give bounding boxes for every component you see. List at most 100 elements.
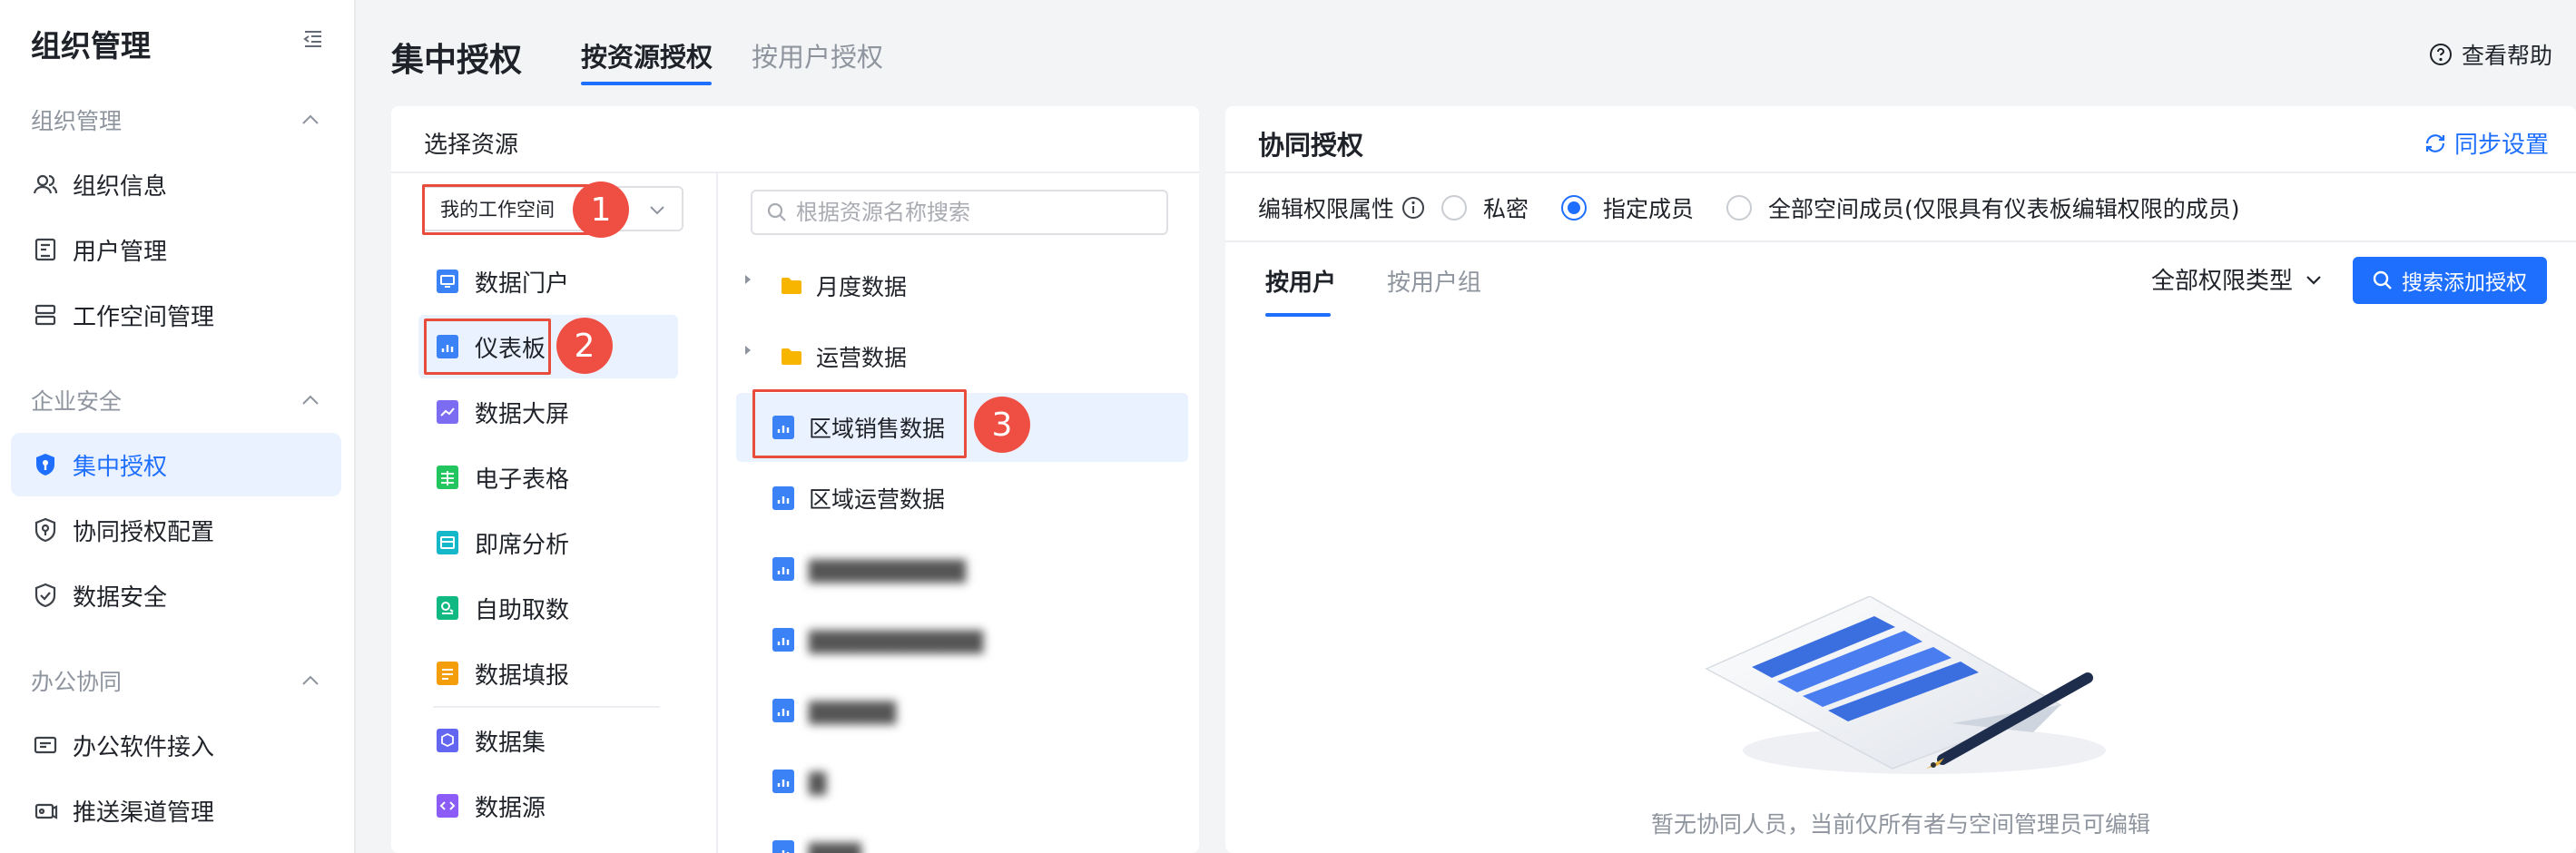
chevron-up-icon (301, 675, 320, 686)
resource-search-input[interactable] (796, 200, 1141, 225)
sidebar-item-collab-auth-config[interactable]: 协同授权配置 (11, 498, 341, 562)
search-add-auth-button[interactable]: 搜索添加授权 (2353, 257, 2547, 304)
tab-by-resource[interactable]: 按资源授权 (581, 36, 713, 74)
dashboard-icon (772, 840, 796, 853)
section-label: 企业安全 (31, 388, 123, 415)
resource-type-portal[interactable]: 数据门户 (418, 250, 678, 313)
chevron-up-icon (301, 395, 320, 406)
dashboard-icon (772, 699, 796, 722)
resource-type-big-screen[interactable]: 数据大屏 (418, 380, 678, 444)
tab-by-user[interactable]: 按用户授权 (752, 36, 883, 74)
annotation-badge-3: 3 (974, 397, 1030, 453)
help-label: 查看帮助 (2462, 43, 2553, 69)
tree-folder-operations[interactable]: 运营数据 (736, 322, 1188, 391)
dashboard-icon (437, 335, 458, 358)
resource-type-dataset[interactable]: 数据集 (418, 709, 678, 772)
resource-type-label: 数据大屏 (475, 400, 570, 428)
resource-search[interactable] (751, 190, 1168, 235)
shield-key-icon (33, 452, 58, 477)
radio-specified-members[interactable]: 指定成员 (1561, 191, 1694, 224)
collab-panel: 协同授权 同步设置 编辑权限属性 私密 指定成员 全部空间成员(仅限具有仪表板编… (1225, 106, 2576, 853)
big-screen-icon (437, 400, 458, 424)
divider (716, 173, 718, 853)
sidebar-section-security[interactable]: 企业安全 (31, 382, 320, 418)
tree-node-label: 月度数据 (816, 274, 908, 300)
collab-panel-title: 协同授权 (1258, 130, 1364, 161)
edit-permission-row: 编辑权限属性 私密 指定成员 全部空间成员(仅限具有仪表板编辑权限的成员) (1258, 190, 2273, 226)
sidebar-section-office[interactable]: 办公协同 (31, 662, 320, 699)
collapse-sidebar-icon[interactable] (303, 29, 323, 49)
sync-settings-button[interactable]: 同步设置 (2424, 126, 2549, 160)
resource-type-adhoc-analysis[interactable]: 即席分析 (418, 511, 678, 574)
dashboard-icon (772, 486, 796, 510)
plug-icon (33, 732, 58, 758)
tree-leaf-redacted[interactable]: ▇▇▇ (736, 818, 1188, 853)
resource-type-data-entry[interactable]: 数据填报 (418, 642, 678, 705)
help-circle-icon (2429, 43, 2453, 66)
tree-leaf-redacted[interactable]: ▇ (736, 747, 1188, 816)
sidebar-item-push-channel[interactable]: 推送渠道管理 (11, 779, 341, 842)
search-add-auth-label: 搜索添加授权 (2402, 271, 2527, 295)
empty-state-illustration (1688, 595, 2115, 784)
tree-node-label: 运营数据 (816, 345, 908, 371)
sidebar-item-office-software[interactable]: 办公软件接入 (11, 713, 341, 777)
sidebar-item-central-auth[interactable]: 集中授权 (11, 433, 341, 496)
tree-leaf-redacted[interactable]: ▇▇▇▇▇▇▇▇▇▇ (736, 605, 1188, 674)
chevron-down-icon (647, 200, 667, 220)
sidebar-section-org[interactable]: 组织管理 (31, 102, 320, 138)
radio-label: 全部空间成员(仅限具有仪表板编辑权限的成员) (1768, 196, 2240, 222)
radio-circle (1561, 195, 1588, 221)
datasource-icon (437, 794, 458, 818)
folder-icon (780, 345, 803, 368)
edit-permission-label: 编辑权限属性 (1258, 196, 1395, 222)
info-icon[interactable] (1401, 196, 1425, 220)
sidebar-item-label: 集中授权 (73, 453, 168, 481)
divider (1225, 172, 2576, 173)
tree-folder-monthly[interactable]: 月度数据 (736, 251, 1188, 320)
permission-type-label: 全部权限类型 (2151, 268, 2294, 295)
tree-leaf-redacted[interactable]: ▇▇▇▇▇▇▇▇▇ (736, 534, 1188, 603)
redacted-label: ▇▇▇▇▇▇▇▇▇ (809, 555, 967, 583)
dataset-icon (437, 729, 458, 752)
radio-private[interactable]: 私密 (1441, 191, 1529, 224)
chevron-down-icon (2304, 270, 2324, 289)
radio-all-members[interactable]: 全部空间成员(仅限具有仪表板编辑权限的成员) (1726, 191, 2240, 224)
sidebar-item-data-security[interactable]: 数据安全 (11, 564, 341, 627)
resource-type-spreadsheet[interactable]: 电子表格 (418, 446, 678, 509)
permission-type-filter[interactable]: 全部权限类型 (2151, 262, 2324, 296)
sync-settings-label: 同步设置 (2454, 132, 2550, 159)
redacted-label: ▇ (809, 768, 827, 795)
divider (1225, 240, 2576, 242)
shield-config-icon (33, 517, 58, 543)
sidebar-item-label: 协同授权配置 (73, 518, 215, 546)
sidebar-item-label: 办公软件接入 (73, 733, 215, 761)
resource-type-datasource[interactable]: 数据源 (418, 774, 678, 838)
sidebar-item-label: 用户管理 (73, 238, 168, 266)
help-link[interactable]: 查看帮助 (2429, 38, 2552, 71)
tree-node-label: 区域运营数据 (809, 486, 946, 513)
tab-by-user-sub[interactable]: 按用户 (1265, 264, 1336, 298)
resource-type-dashboard[interactable]: 仪表板 (418, 315, 678, 378)
sidebar-item-user-management[interactable]: 用户管理 (11, 218, 341, 281)
tree-leaf-redacted[interactable]: ▇▇▇▇▇ (736, 676, 1188, 745)
radio-label: 指定成员 (1603, 196, 1695, 222)
resource-type-label: 自助取数 (475, 596, 570, 624)
active-tab-indicator (581, 82, 712, 85)
section-label: 办公协同 (31, 669, 123, 695)
workspace-select-value: 我的工作空间 (440, 199, 555, 221)
section-label: 组织管理 (31, 108, 123, 134)
tree-leaf-regional-sales[interactable]: 区域销售数据 (736, 393, 1188, 462)
sidebar-item-org-info[interactable]: 组织信息 (11, 152, 341, 216)
sidebar-item-workspace-management[interactable]: 工作空间管理 (11, 283, 341, 347)
data-entry-icon (437, 662, 458, 685)
portal-icon (437, 270, 458, 293)
resource-type-label: 电子表格 (475, 466, 570, 494)
tree-leaf-regional-operations[interactable]: 区域运营数据 (736, 464, 1188, 533)
tab-by-user-group[interactable]: 按用户组 (1387, 264, 1481, 298)
radio-label: 私密 (1483, 196, 1529, 222)
workspace-select[interactable]: 我的工作空间 (422, 186, 683, 231)
resource-type-self-service[interactable]: 自助取数 (418, 576, 678, 640)
sync-icon (2424, 132, 2447, 155)
radio-circle (1726, 195, 1753, 221)
resource-type-label: 即席分析 (475, 531, 570, 559)
